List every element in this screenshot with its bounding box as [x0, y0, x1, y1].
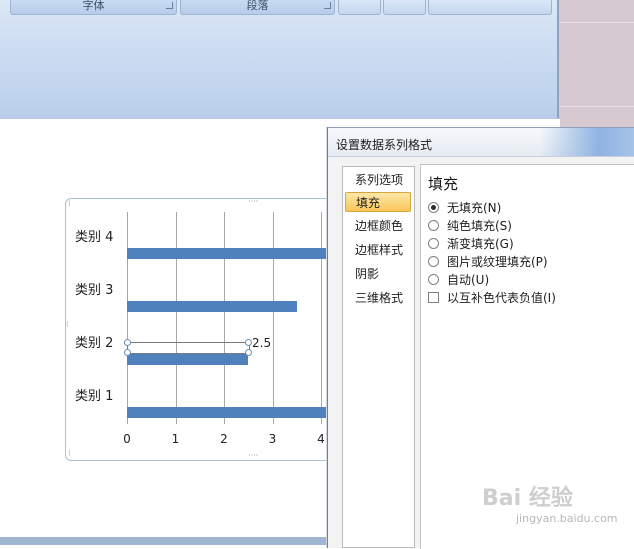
resize-handle-icon[interactable]: ⁝: [66, 321, 69, 329]
document-bottom-border: [0, 537, 330, 545]
resize-handle-icon[interactable]: ⁝: [68, 450, 71, 458]
plot-area[interactable]: [127, 212, 327, 424]
gridline: [175, 212, 177, 424]
radio-gradient-fill[interactable]: [428, 237, 439, 249]
nav-item-fill[interactable]: 填充: [345, 192, 411, 212]
dialog-titlebar[interactable]: 设置数据系列格式: [328, 128, 634, 157]
resize-handle-icon[interactable]: ····: [248, 452, 258, 460]
option-invert-if-negative[interactable]: 以互补色代表负值(I): [428, 289, 556, 305]
option-label: 自动(U): [447, 272, 490, 287]
y-tick-label: 类别 2: [75, 336, 114, 351]
x-tick-label: 2: [220, 432, 228, 446]
checkbox-invert-if-negative[interactable]: [428, 291, 439, 303]
y-tick-label: 类别 3: [75, 283, 114, 298]
section-heading: 填充: [428, 175, 459, 193]
dialog-launcher-icon[interactable]: [324, 2, 331, 9]
option-automatic[interactable]: 自动(U): [428, 271, 489, 287]
x-tick-label: 1: [171, 432, 180, 446]
option-label: 纯色填充(S): [447, 218, 512, 233]
data-label-2-5[interactable]: 2.5: [252, 336, 271, 350]
ribbon-group-font-label: 字体: [82, 0, 105, 12]
gridline: [224, 212, 225, 424]
option-no-fill[interactable]: 无填充(N): [428, 199, 501, 215]
nav-item-series-options[interactable]: 系列选项: [345, 170, 411, 190]
resize-handle-icon[interactable]: ⁝: [68, 200, 71, 208]
ribbon-button[interactable]: [338, 0, 381, 15]
radio-automatic[interactable]: [428, 273, 439, 285]
option-gradient-fill[interactable]: 渐变填充(G): [428, 235, 514, 251]
option-label: 以互补色代表负值(I): [447, 290, 556, 305]
radio-no-fill[interactable]: [428, 201, 439, 213]
radio-picture-texture-fill[interactable]: [428, 255, 439, 267]
option-label: 无填充(N): [447, 200, 502, 215]
bar-2[interactable]: [127, 354, 249, 366]
y-tick-label: 类别 4: [75, 230, 114, 245]
bar-4[interactable]: [127, 248, 327, 260]
dialog-launcher-icon[interactable]: [166, 2, 173, 9]
bar-1[interactable]: [127, 407, 327, 419]
nav-item-3d-format[interactable]: 三维格式: [345, 288, 411, 308]
x-tick-label: 0: [123, 432, 131, 446]
watermark-url: jingyan.baidu.com: [516, 512, 618, 525]
bar-3[interactable]: [127, 301, 297, 313]
resize-handle-icon[interactable]: ····: [248, 198, 258, 206]
dialog-category-list[interactable]: 系列选项 填充 边框颜色 边框样式 阴影 三维格式: [342, 166, 415, 548]
y-tick-label: 类别 1: [75, 389, 114, 404]
ribbon-button[interactable]: [428, 0, 552, 15]
x-tick-label: 4: [317, 432, 325, 446]
option-label: 渐变填充(G): [447, 236, 514, 251]
ribbon-button[interactable]: [383, 0, 426, 15]
option-solid-fill[interactable]: 纯色填充(S): [428, 217, 512, 233]
side-panel-strip: [557, 0, 634, 128]
watermark-text: Bai 经验: [482, 486, 573, 511]
selected-series-outline[interactable]: [127, 342, 251, 355]
selection-handle-icon[interactable]: [124, 349, 131, 357]
gridline: [127, 212, 128, 424]
option-label: 图片或纹理填充(P): [447, 254, 548, 269]
dialog-title: 设置数据系列格式: [336, 138, 433, 152]
nav-item-border-color[interactable]: 边框颜色: [345, 216, 411, 236]
ribbon-group-paragraph-label: 段落: [246, 0, 269, 12]
ribbon: 字体 段落: [0, 0, 634, 118]
option-picture-texture-fill[interactable]: 图片或纹理填充(P): [428, 253, 548, 269]
watermark: Bai 经验 jingyan.baidu.com: [482, 478, 632, 538]
x-tick-label: 3: [268, 432, 277, 446]
gridline: [321, 212, 322, 424]
titlebar-accent: [540, 128, 634, 156]
gridline: [272, 212, 274, 424]
nav-item-border-style[interactable]: 边框样式: [345, 240, 411, 260]
nav-item-shadow[interactable]: 阴影: [345, 264, 411, 284]
ribbon-group-paragraph[interactable]: 段落: [180, 0, 335, 15]
radio-solid-fill[interactable]: [428, 219, 439, 231]
ribbon-group-font[interactable]: 字体: [10, 0, 177, 15]
selection-handle-icon[interactable]: [124, 339, 131, 347]
